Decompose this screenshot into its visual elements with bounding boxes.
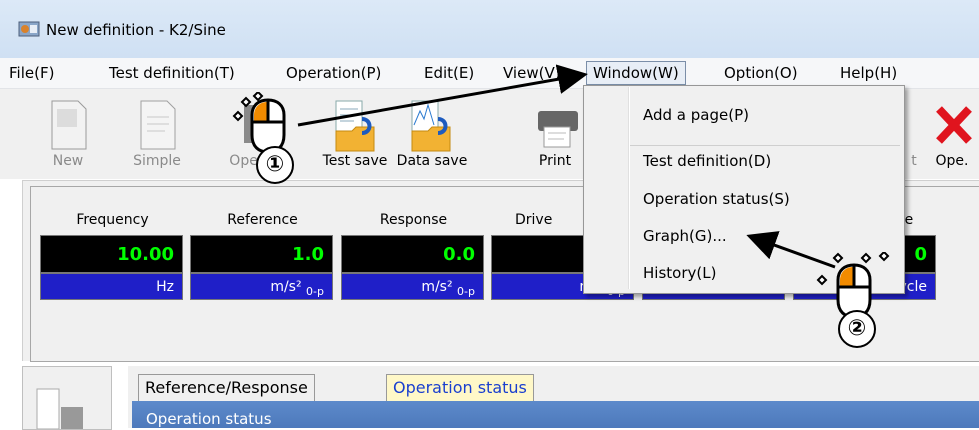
step-2-badge: ② [838,310,876,348]
click-sparkle-icon [816,252,890,286]
callout-arrows [297,64,836,269]
arrow-to-window-menu [297,64,588,127]
click-sparkle-icon [232,92,264,122]
step-1-badge: ① [256,146,294,184]
